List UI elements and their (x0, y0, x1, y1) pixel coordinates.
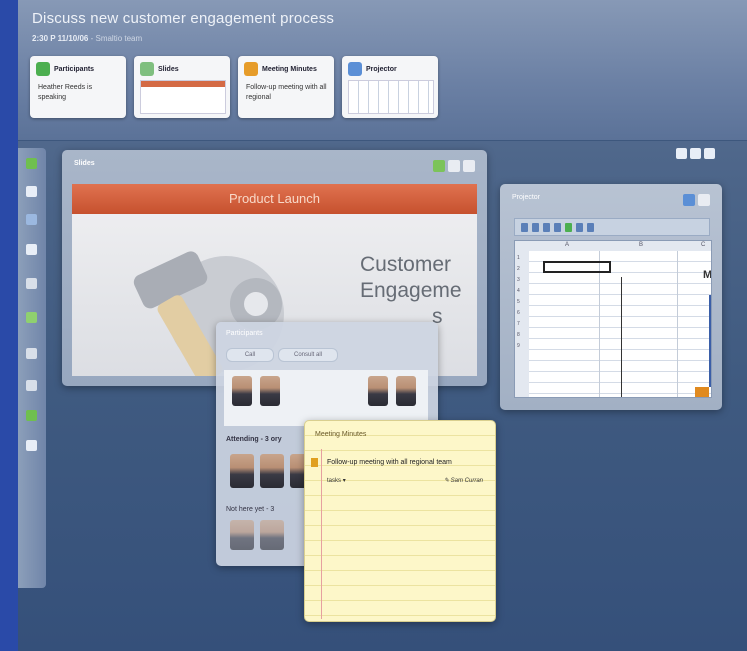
row-number: 9 (517, 343, 520, 349)
toolbar-icon[interactable] (565, 222, 572, 232)
toolbar-icon[interactable] (532, 222, 539, 232)
participants-tool-icon[interactable] (26, 158, 37, 169)
cell-text: M (703, 269, 712, 281)
notes-tool-icon[interactable] (26, 278, 37, 289)
meeting-time: 2:30 P 11/10/06 (32, 34, 89, 43)
close-icon[interactable] (698, 194, 710, 206)
not-here-section-title: Not here yet - 3 (226, 506, 275, 513)
projector-icon (348, 62, 362, 76)
avatar[interactable] (260, 454, 284, 488)
card-body: Follow-up meeting with all regional (246, 84, 327, 101)
user-tool-icon[interactable] (26, 440, 37, 451)
expand-icon[interactable] (463, 160, 475, 172)
tasks-label: tasks (327, 478, 342, 484)
slide-header: Product Launch (228, 191, 321, 206)
card-body: Heather Reeds is speaking (38, 84, 93, 101)
projector-tools (683, 194, 710, 206)
panel-title: Projector (512, 194, 541, 201)
col-header: B (639, 242, 644, 248)
meeting-minutes-panel: Meeting Minutes Follow-up meeting with a… (304, 420, 496, 622)
meeting-header: Discuss new customer engagement process … (18, 0, 747, 141)
participants-icon (36, 62, 50, 76)
projector-panel: Projector A B C M 1 2 3 4 5 6 7 8 9 (500, 184, 722, 410)
col-header: C (701, 242, 706, 248)
card-title: Participants (54, 66, 95, 73)
call-button[interactable]: Call (226, 348, 274, 362)
row-number: 6 (517, 310, 520, 316)
row-number: 5 (517, 299, 520, 305)
margin-line (321, 449, 322, 619)
pencil-icon: ✎ (443, 478, 449, 484)
card-title: Meeting Minutes (262, 66, 317, 73)
card-projector[interactable]: Projector (342, 56, 438, 118)
toolbar-icon[interactable] (587, 222, 594, 232)
col-header: A (565, 242, 570, 248)
card-title: Slides (158, 66, 179, 73)
owner-name: Sam Curran (450, 478, 483, 484)
card-meeting-minutes[interactable]: Meeting Minutes Follow-up meeting with a… (238, 56, 334, 118)
slides-tool-icon[interactable] (26, 186, 37, 197)
speaker-avatars (224, 370, 428, 426)
tasks-dropdown[interactable]: tasks ▾ (327, 477, 346, 484)
status-tool-icon[interactable] (26, 410, 37, 421)
back-arrow-icon[interactable] (433, 160, 445, 172)
chart-tool-icon[interactable] (26, 312, 37, 323)
slide-line: Customer (360, 253, 452, 276)
avatar[interactable] (230, 520, 254, 550)
group-tool-icon[interactable] (26, 348, 37, 359)
avatar[interactable] (396, 376, 416, 406)
person-tool-icon[interactable] (26, 244, 37, 255)
meeting-subtitle: 2:30 P 11/10/06 - Smaltio team (32, 34, 142, 43)
consult-all-button[interactable]: Consult all (278, 348, 338, 362)
avatar[interactable] (260, 520, 284, 550)
card-participants[interactable]: Participants Heather Reeds is speaking (30, 56, 126, 118)
spreadsheet-grid[interactable]: A B C M 1 2 3 4 5 6 7 8 9 (514, 240, 712, 398)
minutes-icon (244, 62, 258, 76)
row-number: 3 (517, 277, 520, 283)
card-slides[interactable]: Slides (134, 56, 230, 118)
left-toolbar (18, 148, 46, 588)
owner-label: ✎ Sam Curran (444, 477, 483, 484)
page-view-icon[interactable] (704, 148, 715, 159)
row-number: 4 (517, 288, 520, 294)
row-number: 1 (517, 255, 520, 261)
share-tool-icon[interactable] (26, 380, 37, 391)
projector-thumbnail (348, 80, 434, 114)
chevron-down-icon: ▾ (342, 478, 346, 484)
avatar[interactable] (368, 376, 388, 406)
panel-title: Meeting Minutes (315, 431, 367, 438)
meeting-title: Discuss new customer engagement process (32, 10, 335, 27)
flag-icon (311, 458, 318, 467)
view-buttons (676, 148, 715, 159)
avatar[interactable] (232, 376, 252, 406)
row-number: 8 (517, 332, 520, 338)
panel-title: Slides (74, 160, 95, 167)
workspace-cards: Participants Heather Reeds is speaking S… (30, 56, 438, 118)
slides-tools (433, 160, 475, 172)
avatar[interactable] (230, 454, 254, 488)
toolbar-icon[interactable] (521, 222, 528, 232)
attending-section-title: Attending - 3 ory (226, 436, 282, 443)
projector-settings-icon[interactable] (683, 194, 695, 206)
meeting-workspace: Discuss new customer engagement process … (18, 0, 747, 651)
slide-line: Engageme (360, 279, 462, 302)
minutes-item[interactable]: Follow-up meeting with all regional team (327, 459, 452, 466)
slide-settings-icon[interactable] (448, 160, 460, 172)
card-title: Projector (366, 66, 397, 73)
toolbar-icon[interactable] (576, 222, 583, 232)
slides-icon (140, 62, 154, 76)
list-view-icon[interactable] (690, 148, 701, 159)
row-number: 7 (517, 321, 520, 327)
spreadsheet-toolbar (514, 218, 710, 236)
toolbar-icon[interactable] (554, 222, 561, 232)
grid-view-icon[interactable] (676, 148, 687, 159)
meeting-team: - Smaltio team (90, 34, 143, 43)
slide-thumbnail (140, 80, 226, 114)
avatar[interactable] (260, 376, 280, 406)
panel-title: Participants (226, 330, 263, 337)
slide-body-text: Customer Engageme s (360, 252, 462, 330)
row-number: 2 (517, 266, 520, 272)
toolbar-icon[interactable] (543, 222, 550, 232)
whiteboard-tool-icon[interactable] (26, 214, 37, 225)
